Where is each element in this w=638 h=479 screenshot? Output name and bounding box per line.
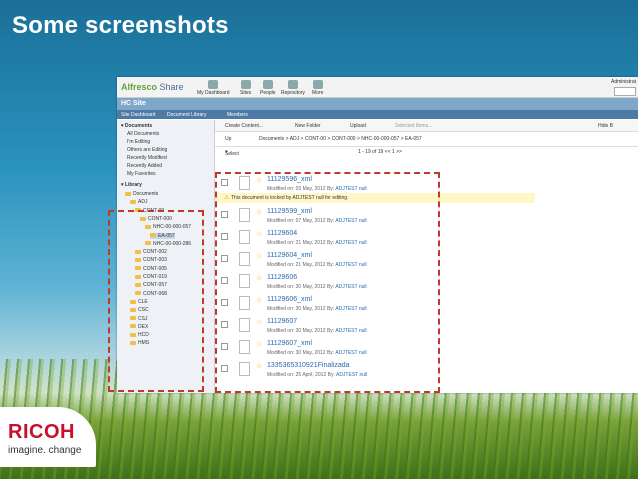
tab-members[interactable]: Members: [227, 112, 248, 118]
tab-document-library[interactable]: Document Library: [167, 112, 206, 118]
create-content-button[interactable]: Create Content...: [225, 123, 263, 129]
site-tabs: Site Dashboard Document Library Members: [117, 110, 638, 119]
selected-items-menu[interactable]: Selected Items...: [395, 123, 432, 129]
filter-recently-added[interactable]: Recently Added: [127, 163, 162, 169]
nav-more[interactable]: More: [312, 80, 323, 96]
files-highlight-box: [215, 172, 440, 393]
nav-sites[interactable]: Sites: [240, 80, 251, 96]
more-icon: [312, 80, 323, 89]
dashboard-icon: [208, 80, 219, 89]
tree-highlight-box: [108, 210, 204, 392]
library-header[interactable]: ▾ Library: [121, 182, 142, 188]
tree-folder[interactable]: Documents: [125, 191, 158, 197]
tree-folder[interactable]: ADJ: [130, 199, 147, 205]
app-header: Alfresco Share My Dashboard Sites People…: [117, 77, 638, 98]
ricoh-logo: RICOH imagine. change: [0, 407, 96, 467]
folder-icon: [130, 199, 136, 204]
people-icon: [262, 80, 273, 89]
repository-icon: [287, 80, 298, 89]
documents-header[interactable]: ▾ Documents: [121, 123, 152, 129]
sites-icon: [240, 80, 251, 89]
breadcrumb-path[interactable]: Documents > ADJ > CONT-00 > CONT-000 > N…: [259, 136, 422, 142]
filter-others-editing[interactable]: Others are Editing: [127, 147, 167, 153]
filter-my-favorites[interactable]: My Favorites: [127, 171, 156, 177]
breadcrumb: Up Documents > ADJ > CONT-00 > CONT-000 …: [215, 132, 638, 147]
app-logo: Alfresco Share: [121, 82, 184, 92]
site-title: HC Site: [121, 100, 146, 107]
slide-title: Some screenshots: [12, 12, 229, 39]
doclib-toolbar: Create Content... New Folder Upload Sele…: [215, 120, 638, 132]
pager-bar: Select ▾ 1 - 19 of 19 << 1 >>: [215, 147, 638, 157]
user-menu[interactable]: Administrat: [611, 79, 636, 85]
nav-my-dashboard[interactable]: My Dashboard: [197, 80, 230, 96]
filter-all-documents[interactable]: All Documents: [127, 131, 159, 137]
nav-repository[interactable]: Repository: [281, 80, 305, 96]
search-input[interactable]: [614, 87, 636, 96]
site-title-bar: HC Site: [117, 98, 638, 110]
nav-people[interactable]: People: [260, 80, 276, 96]
tab-site-dashboard[interactable]: Site Dashboard: [121, 112, 155, 118]
filter-im-editing[interactable]: I'm Editing: [127, 139, 150, 145]
filter-recently-modified[interactable]: Recently Modified: [127, 155, 167, 161]
up-button[interactable]: Up: [225, 136, 231, 142]
hide-button[interactable]: Hide B: [598, 123, 613, 129]
tree-folder-label: ADJ: [138, 199, 148, 206]
folder-icon: [125, 191, 131, 196]
pagination[interactable]: 1 - 19 of 19 << 1 >>: [358, 149, 402, 155]
upload-button[interactable]: Upload: [350, 123, 366, 129]
select-menu[interactable]: Select ▾: [225, 149, 239, 157]
tree-folder-label: Documents: [133, 191, 159, 197]
new-folder-button[interactable]: New Folder: [295, 123, 321, 129]
